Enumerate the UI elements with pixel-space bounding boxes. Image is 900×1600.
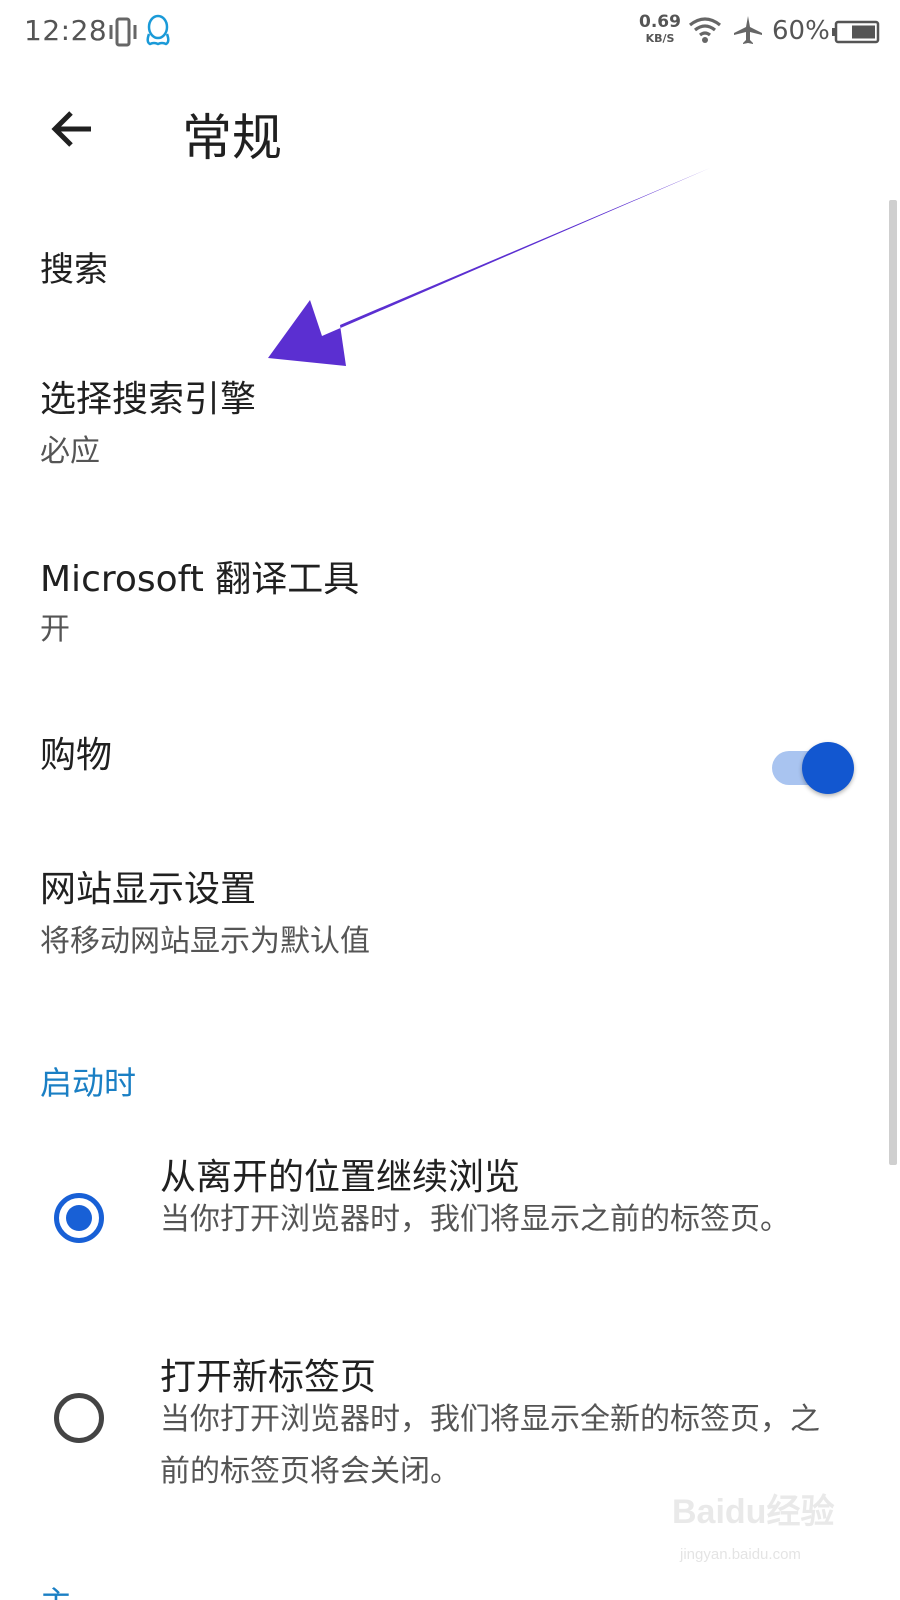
search-section-heading: 搜索: [40, 250, 108, 290]
network-speed: 0.69 KB/S: [636, 12, 684, 45]
radio-button-unchecked[interactable]: [54, 1393, 104, 1443]
search-engine-value: 必应: [40, 434, 100, 469]
watermark-url: jingyan.baidu.com: [680, 1546, 801, 1563]
startup-option-title: 从离开的位置继续浏览: [160, 1157, 521, 1198]
annotation-arrow-shape: [268, 168, 710, 366]
site-display-value: 将移动网站显示为默认值: [40, 924, 370, 959]
airplane-icon: [734, 16, 762, 44]
baidu-watermark: Baidu经验 jingyan.baidu.com: [672, 1474, 852, 1584]
translator-setting[interactable]: Microsoft 翻译工具 开: [0, 520, 880, 660]
network-speed-value: 0.69: [639, 12, 681, 32]
startup-option-title: 打开新标签页: [160, 1357, 377, 1398]
shopping-title: 购物: [40, 735, 113, 776]
scrollbar[interactable]: [889, 200, 897, 1165]
startup-option-continue[interactable]: 从离开的位置继续浏览 当你打开浏览器时，我们将显示之前的标签页。: [0, 1140, 880, 1310]
battery-icon: [832, 20, 880, 44]
status-time: 12:28: [24, 14, 108, 47]
battery-percent: 60%: [772, 16, 830, 46]
arrow-left-icon: [51, 111, 91, 147]
shopping-toggle[interactable]: [772, 742, 854, 794]
vibrate-icon: [109, 17, 137, 47]
site-display-title: 网站显示设置: [40, 869, 257, 910]
wifi-icon: [689, 17, 721, 43]
search-engine-title: 选择搜索引擎: [40, 379, 257, 420]
site-display-setting[interactable]: 网站显示设置 将移动网站显示为默认值: [0, 830, 880, 970]
radio-button-checked[interactable]: [54, 1193, 104, 1243]
shopping-setting[interactable]: 购物: [0, 700, 880, 810]
startup-option-description: 当你打开浏览器时，我们将显示之前的标签页。: [160, 1202, 790, 1237]
watermark-brand: Baidu经验: [672, 1493, 835, 1531]
network-speed-unit: KB/S: [645, 32, 675, 45]
translator-title: Microsoft 翻译工具: [40, 559, 360, 600]
qq-icon: [146, 14, 170, 46]
translator-value: 开: [40, 612, 70, 647]
annotation-arrow-icon: [268, 168, 710, 366]
back-button[interactable]: [36, 94, 106, 164]
next-section-heading-partial: 主页: [40, 1582, 100, 1600]
status-bar: 12:28 0.69 KB/S 60%: [0, 0, 900, 66]
toggle-thumb: [802, 742, 854, 794]
startup-section-heading: 启动时: [40, 1064, 137, 1102]
